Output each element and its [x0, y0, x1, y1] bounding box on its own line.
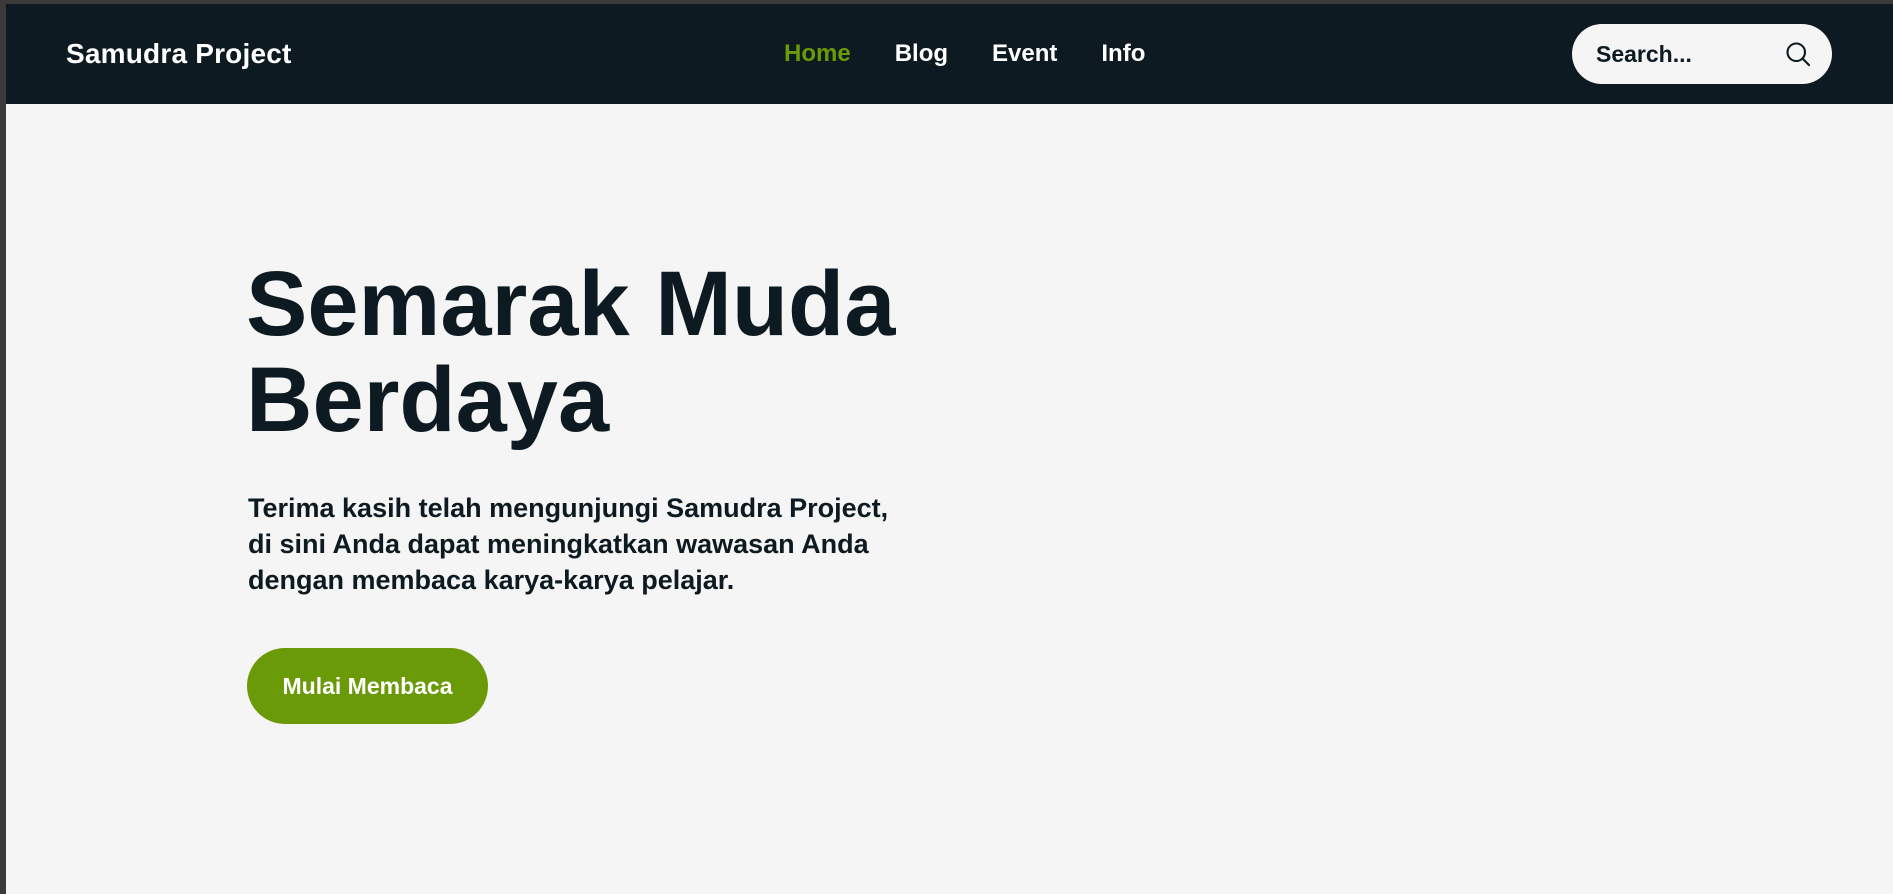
nav-link-blog[interactable]: Blog — [895, 40, 948, 68]
start-reading-button[interactable]: Mulai Membaca — [247, 648, 488, 724]
search-icon[interactable] — [1784, 40, 1812, 68]
navbar: Samudra Project Home Blog Event Info — [6, 4, 1893, 104]
hero-title-line: Berdaya — [246, 349, 610, 451]
hero-description: Terima kasih telah mengunjungi Samudra P… — [248, 490, 968, 598]
hero-description-line: dengan membaca karya-karya pelajar. — [248, 565, 735, 595]
search-box — [1572, 24, 1832, 84]
hero-description-line: di sini Anda dapat meningkatkan wawasan … — [248, 529, 869, 559]
nav-link-home[interactable]: Home — [784, 40, 851, 68]
search-input[interactable] — [1596, 39, 1776, 69]
hero-description-line: Terima kasih telah mengunjungi Samudra P… — [248, 493, 889, 523]
nav-link-event[interactable]: Event — [992, 40, 1057, 68]
nav-menu: Home Blog Event Info — [784, 40, 1145, 68]
browser-viewport: Samudra Project Home Blog Event Info Sem… — [6, 4, 1893, 894]
hero-title-line: Semarak Muda — [246, 253, 896, 355]
nav-link-info[interactable]: Info — [1101, 40, 1145, 68]
hero-title: Semarak Muda Berdaya — [246, 256, 895, 448]
brand-logo[interactable]: Samudra Project — [66, 38, 292, 70]
